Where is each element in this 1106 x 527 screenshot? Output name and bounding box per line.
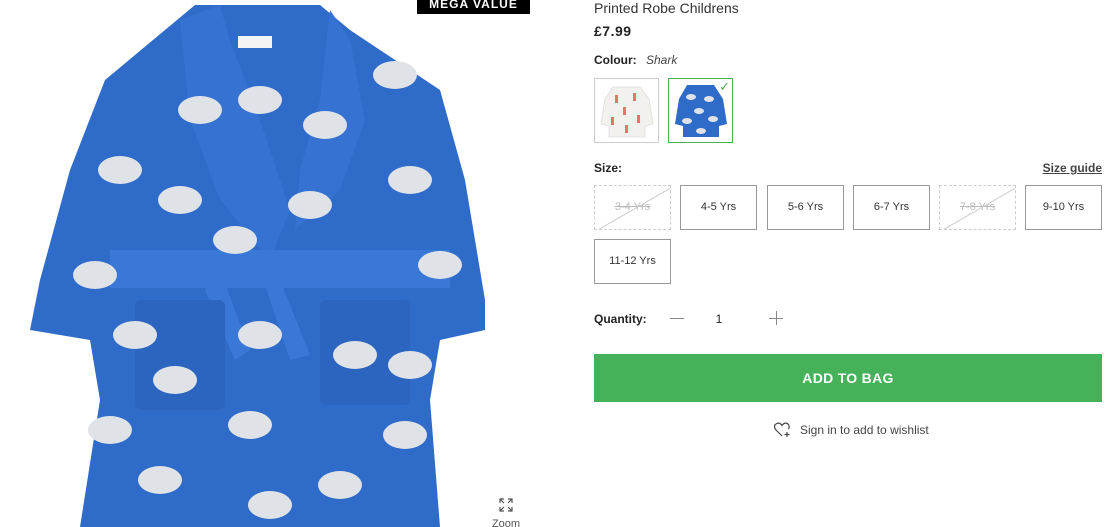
size-option-6-7[interactable]: 6-7 Yrs [853,185,930,230]
product-price: £7.99 [594,23,632,39]
product-gallery: MEGA VALUE Zoom [0,0,560,527]
quantity-decrease-button[interactable] [668,309,686,327]
swatch-shark[interactable]: ✓ [668,78,733,143]
zoom-label: Zoom [491,518,521,527]
expand-icon [499,498,513,512]
quantity-increase-button[interactable] [767,309,785,327]
wishlist-link[interactable]: Sign in to add to wishlist [774,422,929,438]
product-image[interactable] [20,0,500,527]
add-to-bag-button[interactable]: ADD TO BAG [594,354,1102,402]
flamingo-robe-thumbnail [600,86,654,138]
size-option-7-8[interactable]: 7-8 Yrs [939,185,1016,230]
heart-plus-icon [774,422,790,437]
size-option-5-6[interactable]: 5-6 Yrs [767,185,844,230]
colour-row: Colour: Shark [594,53,677,67]
size-option-9-10[interactable]: 9-10 Yrs [1025,185,1102,230]
check-icon: ✓ [719,79,730,94]
colour-label: Colour: [594,53,637,67]
size-guide-link[interactable]: Size guide [1043,161,1102,175]
size-label: Size: [594,161,623,175]
colour-value: Shark [646,53,678,67]
size-option-11-12[interactable]: 11-12 Yrs [594,239,671,284]
size-option-3-4[interactable]: 3-4 Yrs [594,185,671,230]
quantity-label: Quantity: [594,312,647,326]
wishlist-label: Sign in to add to wishlist [800,423,929,437]
size-option-4-5[interactable]: 4-5 Yrs [680,185,757,230]
mega-value-badge: MEGA VALUE [417,0,530,14]
zoom-button[interactable]: Zoom [483,498,529,527]
product-title: Printed Robe Childrens [594,0,739,16]
swatch-flamingo[interactable] [594,78,659,143]
quantity-input[interactable] [704,310,734,328]
